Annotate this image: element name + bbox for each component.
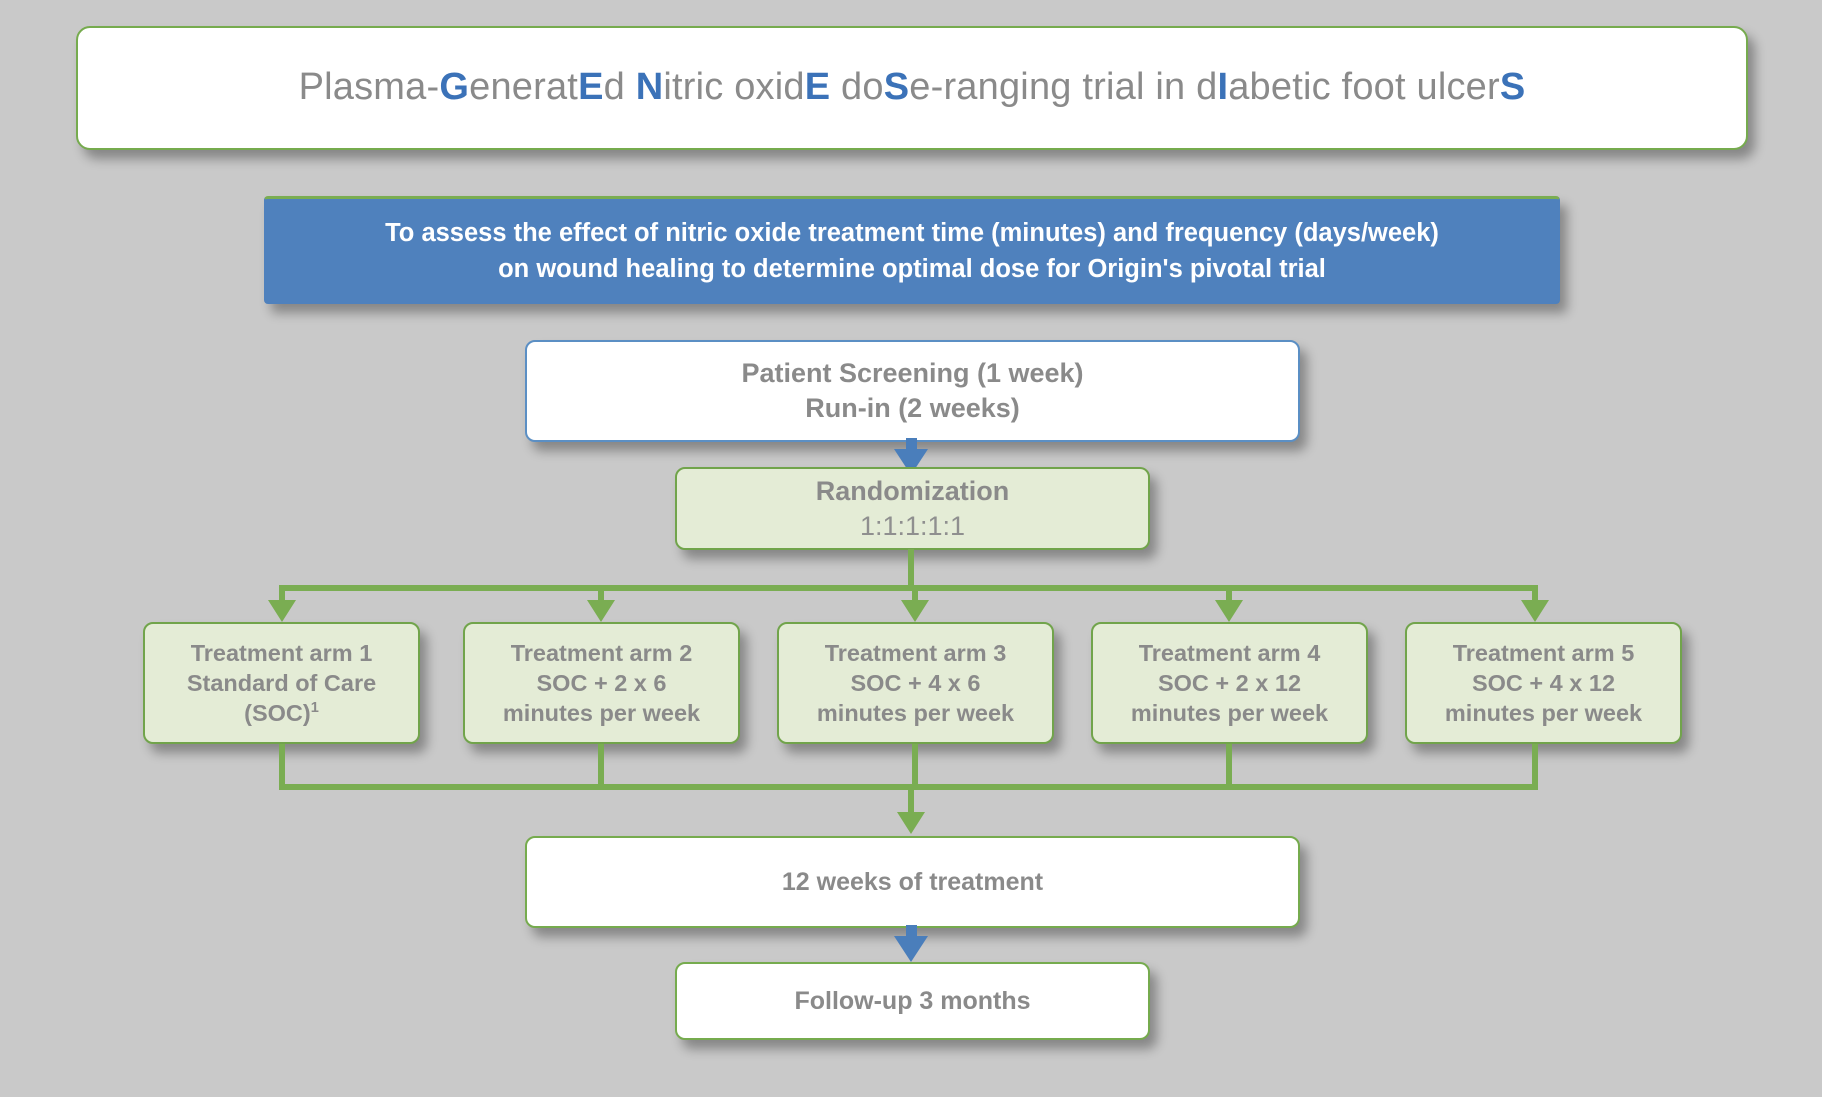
connector-riser-arm-1 [279,744,285,788]
title-segment-1: G [439,66,470,109]
objective-banner: To assess the effect of nitric oxide tre… [264,196,1560,304]
arrow-treatment-to-followup [894,936,928,962]
arrow-to-arm-3 [901,600,929,622]
title-segment-13: S [1499,66,1526,109]
title-segment-10: e-ranging trial in d [909,66,1218,109]
arm-1-line-3-text: (SOC) [244,700,311,727]
arm-5-line-1: Treatment arm 5 [1452,639,1635,666]
arm-4-line-3: minutes per week [1130,700,1329,727]
randomization-label: Randomization [815,475,1010,506]
treatment-arm-2-box: Treatment arm 2 SOC + 2 x 6 minutes per … [463,622,740,744]
objective-line-1: To assess the effect of nitric oxide tre… [385,218,1439,247]
connector-riser-arm-3 [912,744,918,788]
title-segment-12: abetic foot ulcer [1228,66,1500,109]
arm-1-line-2: Standard of Care [186,669,377,696]
treatment-arm-4-box: Treatment arm 4 SOC + 2 x 12 minutes per… [1091,622,1368,744]
connector-randomization-stem [908,549,914,589]
treatment-arm-3-box: Treatment arm 3 SOC + 4 x 6 minutes per … [777,622,1054,744]
connector-riser-arm-4 [1226,744,1232,788]
screening-line-1: Patient Screening (1 week) [741,358,1084,389]
connector-distribution-bar [279,585,1538,591]
arrow-to-arm-1 [268,600,296,622]
arrow-to-arm-2 [587,600,615,622]
arm-2-line-3: minutes per week [502,700,701,727]
arm-5-line-3: minutes per week [1444,700,1643,727]
randomization-box: Randomization 1:1:1:1:1 [675,467,1150,550]
diagram-canvas: Plasma-GeneratEd Nitric oxidE doSe-rangi… [0,0,1822,1097]
connector-riser-arm-5 [1532,744,1538,788]
treatment-arm-5-box: Treatment arm 5 SOC + 4 x 12 minutes per… [1405,622,1682,744]
arm-3-line-3: minutes per week [816,700,1015,727]
arm-5-line-2: SOC + 4 x 12 [1471,669,1616,696]
arm-3-line-2: SOC + 4 x 6 [850,669,981,696]
arm-4-line-1: Treatment arm 4 [1138,639,1321,666]
followup-label: Follow-up 3 months [794,987,1031,1015]
title-segment-6: itric oxid [663,66,805,109]
arm-3-line-1: Treatment arm 3 [824,639,1007,666]
title-box: Plasma-GeneratEd Nitric oxidE doSe-rangi… [76,26,1748,150]
arrow-to-treatment-period [897,812,925,834]
title-segment-2: enerat [469,66,579,109]
screening-box: Patient Screening (1 week) Run-in (2 wee… [525,340,1300,442]
arm-1-line-3: (SOC)1 [244,698,319,728]
connector-convergence-stem [908,784,914,815]
title-segment-0: Plasma- [298,66,440,109]
arm-2-line-1: Treatment arm 2 [510,639,693,666]
treatment-arm-1-box: Treatment arm 1 Standard of Care (SOC)1 [143,622,420,744]
page-title: Plasma-GeneratEd Nitric oxidE doSe-rangi… [299,66,1526,110]
title-segment-7: E [804,66,831,109]
title-segment-9: S [883,66,910,109]
arrow-to-arm-4 [1215,600,1243,622]
treatment-period-label: 12 weeks of treatment [781,868,1044,896]
arm-1-footnote-marker: 1 [310,700,319,717]
arrow-to-arm-5 [1521,600,1549,622]
title-segment-11: I [1217,66,1229,109]
arm-2-line-2: SOC + 2 x 6 [536,669,667,696]
randomization-ratio: 1:1:1:1:1 [859,510,966,541]
title-segment-8: do [830,66,884,109]
treatment-period-box: 12 weeks of treatment [525,836,1300,928]
title-segment-3: E [578,66,604,109]
arm-4-line-2: SOC + 2 x 12 [1157,669,1302,696]
screening-line-2: Run-in (2 weeks) [805,393,1020,423]
objective-line-2: on wound healing to determine optimal do… [498,255,1326,283]
title-segment-5: N [635,66,664,109]
arm-1-line-1: Treatment arm 1 [190,639,373,666]
followup-box: Follow-up 3 months [675,962,1150,1040]
connector-riser-arm-2 [598,744,604,788]
title-segment-4: d [603,66,636,109]
